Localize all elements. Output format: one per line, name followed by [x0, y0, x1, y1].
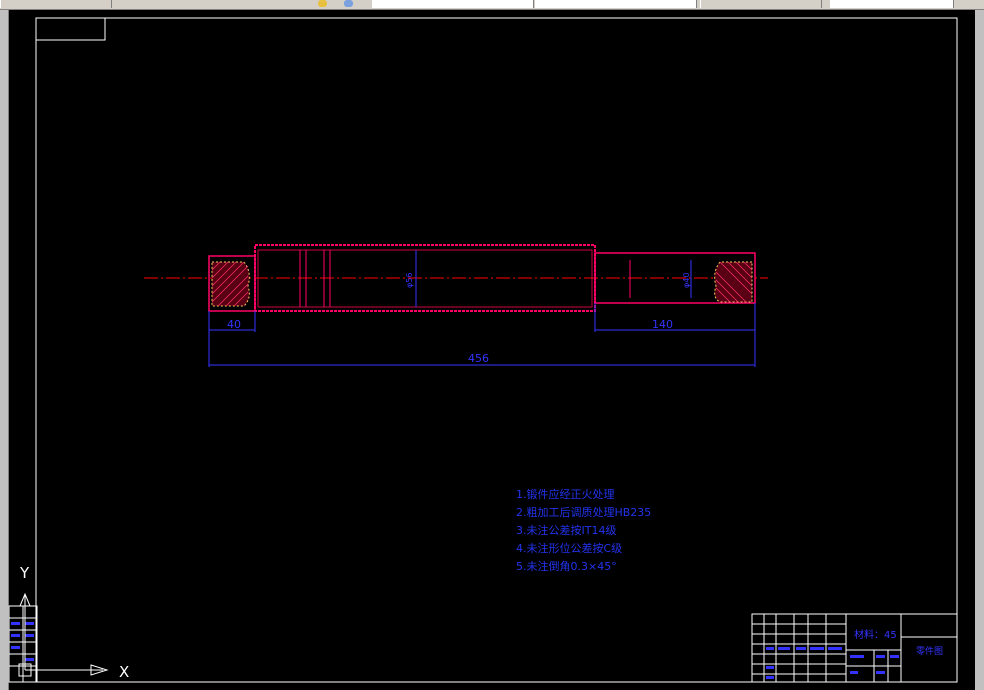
ucs-y-label: Y: [19, 564, 30, 582]
dim-total-length: 456: [468, 352, 489, 365]
ucs-x-label: X: [119, 663, 129, 681]
material-label: 材料：45: [854, 628, 897, 641]
technical-notes: 1.锻件应经正火处理 2.粗加工后调质处理HB235 3.未注公差按IT14级 …: [516, 487, 651, 573]
drawing-name-label: 零件图: [916, 645, 943, 657]
revision-table: [8, 605, 38, 683]
note-line: 2.粗加工后调质处理HB235: [516, 506, 651, 519]
toolbar-segment[interactable]: [700, 0, 822, 8]
note-line: 1.锻件应经正火处理: [516, 487, 615, 501]
toolbar-segment[interactable]: [372, 0, 534, 8]
note-line: 5.未注倒角0.3×45°: [516, 559, 617, 573]
dim-left-length: 40: [227, 318, 241, 331]
top-toolbar: [0, 0, 984, 10]
dim-right-length: 140: [652, 318, 673, 331]
layer-icon[interactable]: [318, 0, 327, 7]
toolbar-segment[interactable]: [830, 0, 954, 8]
note-line: 4.未注形位公差按C级: [516, 541, 622, 555]
right-scroll-strip[interactable]: [975, 10, 984, 690]
note-line: 3.未注公差按IT14级: [516, 523, 616, 537]
right-center-hole: [714, 261, 753, 303]
toolbar-segment[interactable]: [0, 0, 112, 8]
dim-right-dia: φ40: [682, 273, 691, 288]
drawing-canvas[interactable]: 40 140 456 φ56 φ40 1.锻件应经正火处理 2.粗加工后调质处理…: [8, 10, 975, 690]
toolbar-segment[interactable]: [535, 0, 697, 8]
drawing-border: [35, 17, 958, 683]
layer-props-icon[interactable]: [344, 0, 353, 7]
left-center-hole: [211, 261, 250, 307]
corner-label-box: [35, 17, 106, 41]
dim-main-dia: φ56: [405, 273, 414, 288]
